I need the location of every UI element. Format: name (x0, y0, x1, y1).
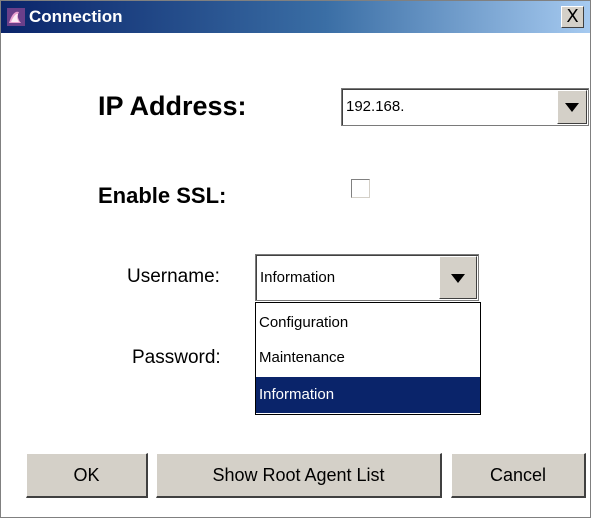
ip-address-value: 192.168. (346, 98, 405, 115)
username-combo[interactable]: Information (255, 254, 479, 301)
username-label: Username: (127, 266, 220, 287)
app-icon (7, 8, 25, 26)
show-root-agent-list-button[interactable]: Show Root Agent List (156, 453, 442, 498)
cancel-button[interactable]: Cancel (451, 453, 586, 498)
username-dropdown-button[interactable] (439, 256, 477, 299)
username-dropdown-list: Configuration Maintenance Information (255, 302, 481, 415)
dropdown-option-information[interactable]: Information (256, 377, 480, 413)
ok-button[interactable]: OK (26, 453, 148, 498)
ip-address-combo[interactable]: 192.168. (341, 88, 589, 126)
enable-ssl-checkbox[interactable] (351, 179, 370, 198)
chevron-down-icon (565, 103, 579, 112)
dropdown-option-configuration[interactable]: Configuration (256, 305, 480, 341)
username-value: Information (260, 269, 336, 286)
ip-dropdown-button[interactable] (557, 90, 587, 124)
connection-dialog: Connection X IP Address: 192.168. Enable… (0, 0, 591, 518)
enable-ssl-label: Enable SSL: (98, 183, 227, 208)
close-button[interactable]: X (561, 6, 584, 28)
close-icon: X (566, 6, 579, 27)
ip-address-label: IP Address: (98, 91, 247, 121)
dropdown-option-maintenance[interactable]: Maintenance (256, 340, 480, 376)
title-bar[interactable]: Connection X (1, 1, 590, 33)
window-title: Connection (29, 7, 123, 26)
password-label: Password: (132, 347, 221, 368)
chevron-down-icon (451, 273, 465, 283)
